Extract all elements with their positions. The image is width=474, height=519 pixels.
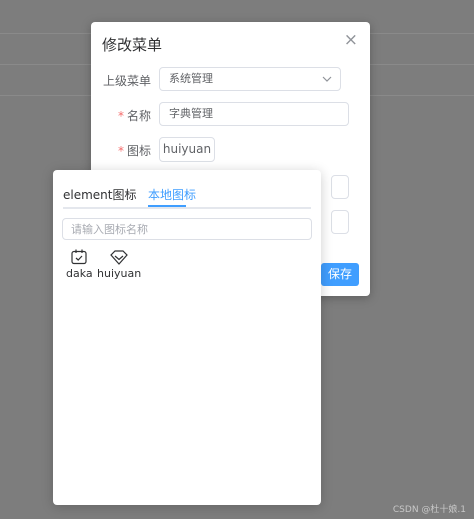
watermark: CSDN @杜十娘.1 — [392, 505, 466, 515]
parent-menu-select[interactable]: 系统管理 — [159, 67, 341, 91]
icon-select-button[interactable]: huiyuan — [159, 137, 215, 162]
icon-picker-popover: element图标 本地图标 daka huiyuan — [53, 170, 321, 505]
dialog-title: 修改菜单 — [102, 36, 163, 54]
tab-element-icons[interactable]: element图标 — [63, 186, 136, 203]
hidden-input-edge[interactable] — [331, 175, 349, 199]
icon-item-daka[interactable]: daka — [66, 249, 93, 280]
save-button[interactable]: 保存 — [321, 263, 359, 286]
chevron-down-icon — [322, 68, 332, 98]
icon-tabs: element图标 本地图标 — [63, 183, 311, 209]
name-label: * 名称 — [91, 107, 151, 124]
active-tab-indicator — [148, 205, 186, 207]
required-mark: * — [117, 144, 124, 158]
icon-search-input[interactable] — [62, 218, 312, 240]
tab-local-icons[interactable]: 本地图标 — [148, 186, 196, 203]
calendar-check-icon — [66, 249, 93, 265]
parent-menu-label: 上级菜单 — [102, 74, 151, 88]
close-icon[interactable]: × — [344, 30, 358, 50]
icon-name: daka — [66, 267, 93, 280]
icon-name: huiyuan — [97, 267, 142, 280]
icon-label-text: 图标 — [126, 144, 151, 158]
diamond-icon — [97, 249, 141, 265]
parent-menu-value: 系统管理 — [169, 72, 213, 85]
icon-item-huiyuan[interactable]: huiyuan — [97, 249, 141, 280]
name-value: 字典管理 — [169, 107, 213, 120]
hidden-input-edge[interactable] — [331, 210, 349, 234]
name-input[interactable]: 字典管理 — [159, 102, 349, 126]
icon-label: * 图标 — [91, 142, 151, 159]
name-label-text: 名称 — [126, 109, 151, 123]
required-mark: * — [117, 109, 124, 123]
